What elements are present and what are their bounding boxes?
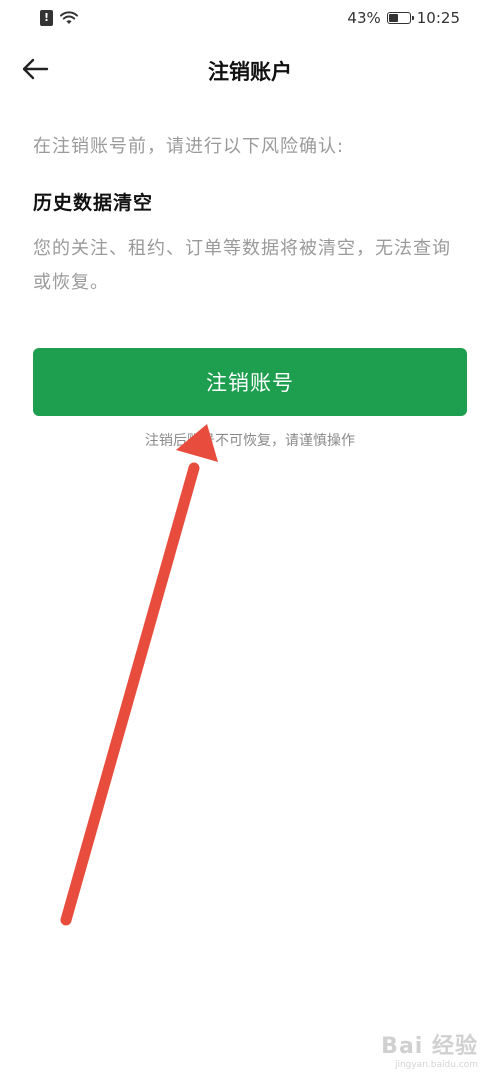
section-title: 历史数据清空 — [33, 192, 154, 214]
battery-percent: 43% — [347, 9, 381, 27]
wifi-icon — [60, 11, 78, 24]
battery-icon — [386, 12, 414, 24]
status-left: ! — [40, 10, 79, 26]
cancel-account-button[interactable]: 注销账号 — [33, 348, 467, 416]
nav-bar: 注销账户 — [0, 38, 500, 102]
status-right: 43% 10:25 — [347, 9, 460, 27]
risk-confirm-hint: 在注销账号前，请进行以下风险确认: — [33, 136, 345, 157]
watermark-url: jingyan.baidu.com — [394, 1060, 478, 1070]
status-bar: ! 43% 10:25 — [0, 0, 500, 38]
warning-text: 注销后账号不可恢复，请谨慎操作 — [145, 433, 355, 449]
watermark-logo: Bai 经验 — [381, 1034, 478, 1059]
page-title: 注销账户 — [208, 60, 292, 84]
status-time: 10:25 — [416, 9, 460, 27]
section-description: 您的关注、租约、订单等数据将被清空，无法查询或恢复。 — [33, 238, 451, 293]
annotation-arrow — [60, 424, 218, 926]
watermark: Bai 经验 jingyan.baidu.com — [381, 1028, 478, 1070]
sim-alert-icon: ! — [40, 10, 53, 26]
